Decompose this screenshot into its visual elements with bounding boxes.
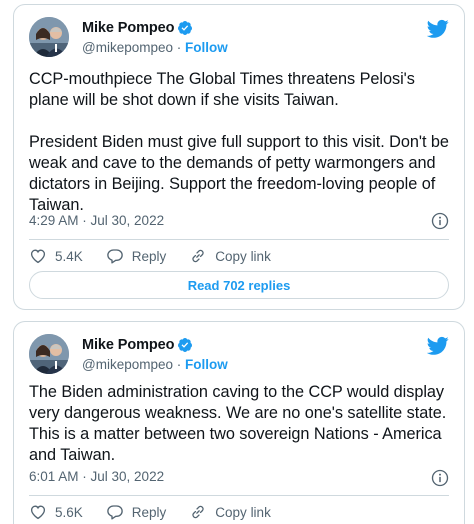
- copy-link-button[interactable]: Copy link: [189, 503, 271, 521]
- reply-button[interactable]: Reply: [106, 247, 167, 265]
- reply-icon: [106, 249, 123, 264]
- copy-link-label: Copy link: [215, 248, 271, 264]
- author-handle[interactable]: @mikepompeo: [82, 357, 173, 372]
- heart-icon: [30, 505, 46, 520]
- separator-dot: ·: [176, 357, 186, 372]
- tweet-text: The Biden administration caving to the C…: [29, 383, 447, 464]
- tweet-card: Mike Pompeo @mikepompeo · Follow CCP-mou…: [13, 4, 465, 310]
- author-name[interactable]: Mike Pompeo: [82, 337, 174, 353]
- reply-button[interactable]: Reply: [106, 503, 167, 521]
- tweet-timestamp[interactable]: 6:01 AM · Jul 30, 2022: [29, 469, 164, 484]
- author-name[interactable]: Mike Pompeo: [82, 20, 174, 36]
- avatar[interactable]: [29, 17, 69, 57]
- tweet-actions: 5.6K Reply Copy link: [29, 501, 449, 523]
- verified-badge-icon: [177, 337, 193, 353]
- tweet-timestamp[interactable]: 4:29 AM · Jul 30, 2022: [29, 213, 164, 228]
- link-icon: [192, 249, 204, 263]
- verified-badge-icon: [177, 20, 193, 36]
- reply-icon: [106, 505, 123, 520]
- tweet-card: Mike Pompeo @mikepompeo · Follow The Bid…: [13, 321, 465, 524]
- twitter-bird-icon[interactable]: [426, 19, 449, 39]
- tweet-text: CCP-mouthpiece The Global Times threaten…: [29, 70, 449, 214]
- divider: [29, 239, 449, 240]
- twitter-bird-icon[interactable]: [426, 336, 449, 356]
- heart-icon: [30, 249, 46, 264]
- divider: [29, 495, 449, 496]
- link-icon: [192, 505, 204, 519]
- like-count: 5.6K: [55, 504, 83, 520]
- avatar[interactable]: [29, 334, 69, 374]
- like-count: 5.4K: [55, 248, 83, 264]
- copy-link-label: Copy link: [215, 504, 271, 520]
- info-icon[interactable]: [431, 469, 449, 487]
- tweet-header: Mike Pompeo @mikepompeo · Follow: [29, 17, 449, 59]
- tweet-header: Mike Pompeo @mikepompeo · Follow: [29, 334, 449, 376]
- follow-button[interactable]: Follow: [185, 40, 228, 55]
- follow-button[interactable]: Follow: [185, 357, 228, 372]
- read-replies-button[interactable]: Read 702 replies: [29, 271, 449, 299]
- separator-dot: ·: [176, 40, 186, 55]
- author-handle[interactable]: @mikepompeo: [82, 40, 173, 55]
- reply-label: Reply: [131, 504, 167, 520]
- copy-link-button[interactable]: Copy link: [189, 247, 271, 265]
- like-button[interactable]: 5.6K: [29, 503, 83, 521]
- reply-label: Reply: [131, 248, 167, 264]
- info-icon[interactable]: [431, 212, 449, 230]
- like-button[interactable]: 5.4K: [29, 247, 83, 265]
- tweet-actions: 5.4K Reply Copy link: [29, 245, 449, 267]
